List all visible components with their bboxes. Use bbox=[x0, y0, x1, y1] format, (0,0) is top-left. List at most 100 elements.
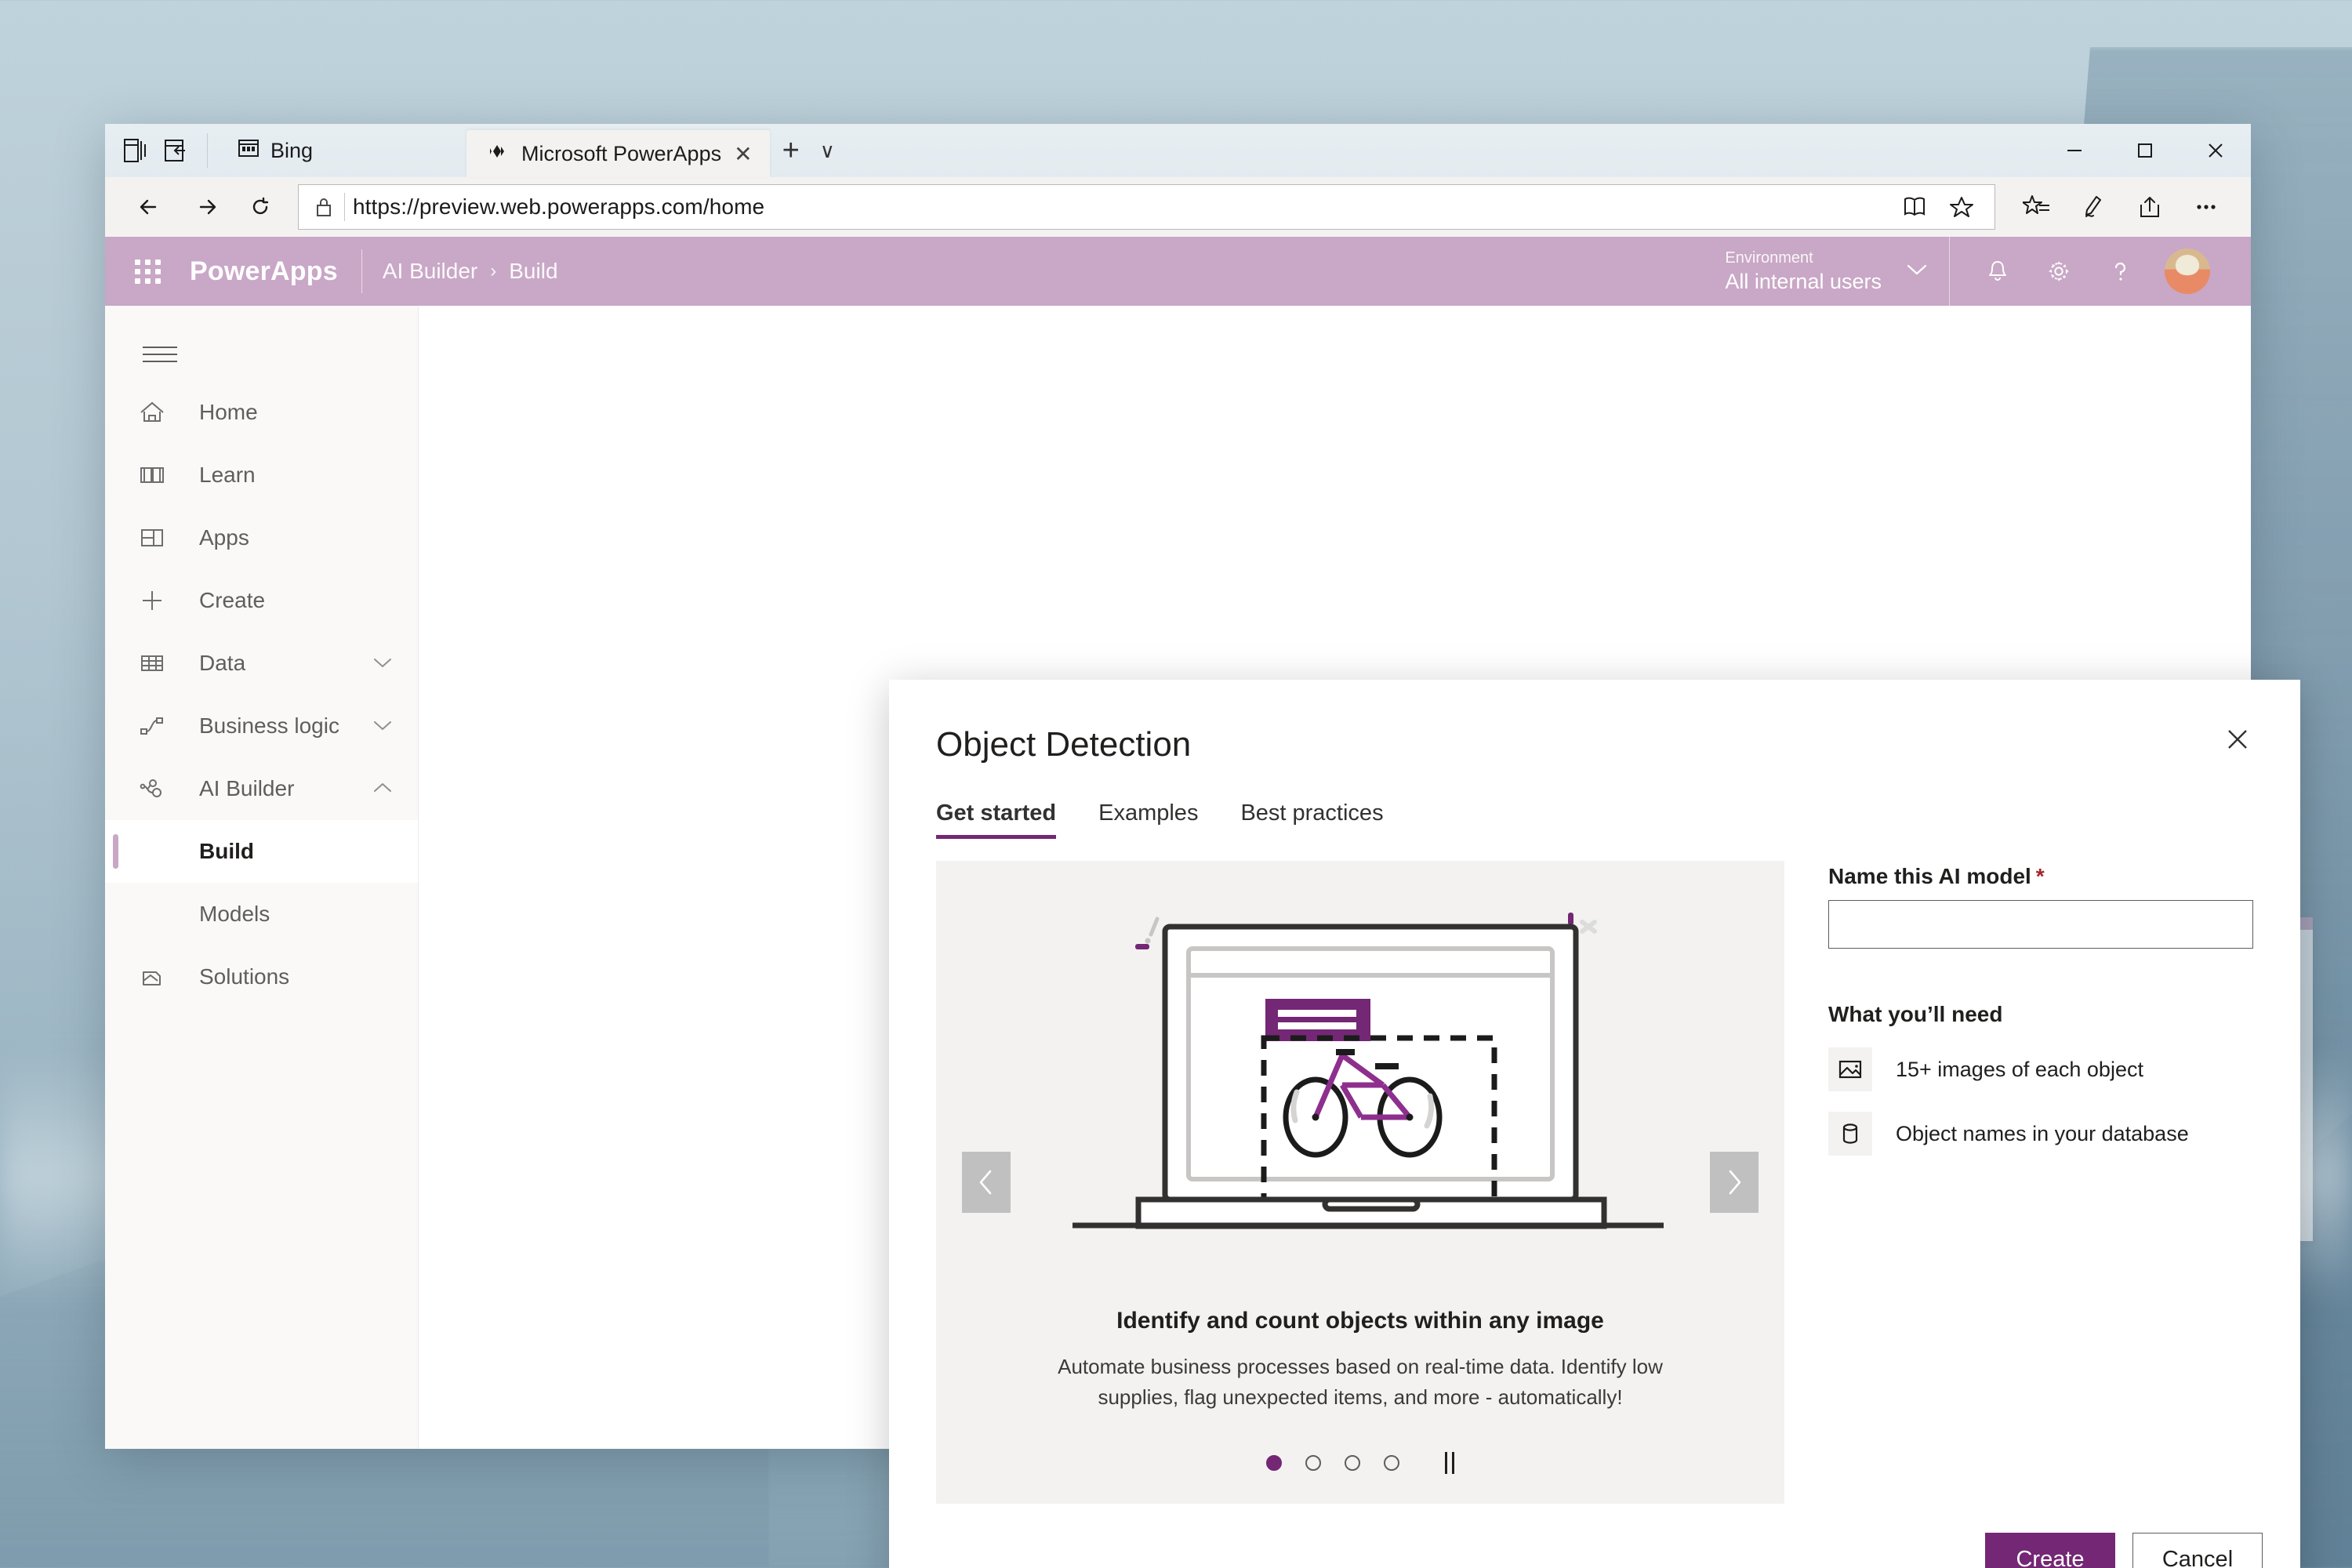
carousel-dots bbox=[936, 1452, 1784, 1474]
favorites-list-icon[interactable] bbox=[2013, 183, 2061, 231]
create-button[interactable]: Create bbox=[1985, 1533, 2115, 1568]
object-detection-dialog: Object Detection Get started Examples Be… bbox=[889, 680, 2300, 1568]
powerapps-icon bbox=[487, 140, 509, 168]
refresh-icon[interactable] bbox=[235, 182, 285, 232]
solutions-icon bbox=[138, 964, 185, 990]
sidebar-item-label: Home bbox=[199, 400, 258, 424]
minimize-icon[interactable] bbox=[2039, 124, 2110, 177]
new-tab-button[interactable]: + bbox=[770, 134, 812, 168]
breadcrumb-build[interactable]: Build bbox=[509, 259, 557, 284]
bell-icon[interactable] bbox=[1970, 244, 2025, 299]
sidebar-item-build[interactable]: Build bbox=[105, 820, 418, 883]
sidebar-item-apps[interactable]: Apps bbox=[105, 506, 418, 569]
sidebar-item-ai-builder[interactable]: AI Builder bbox=[105, 757, 418, 820]
form-pane: Name this AI model * What you’ll need 15+… bbox=[1828, 861, 2253, 1504]
tab-close-icon[interactable]: ✕ bbox=[734, 141, 752, 167]
cancel-button[interactable]: Cancel bbox=[2132, 1533, 2263, 1568]
chevron-down-icon bbox=[371, 651, 394, 676]
sidebar-subitem-label: Models bbox=[199, 902, 270, 926]
browser-toolbar-right bbox=[2013, 183, 2230, 231]
sidebar-item-create[interactable]: Create bbox=[105, 569, 418, 632]
header-icon-group bbox=[1950, 244, 2251, 299]
tab-list-menu-button[interactable]: ∨ bbox=[812, 139, 843, 163]
sidebar-item-home[interactable]: Home bbox=[105, 381, 418, 444]
more-ellipsis-icon[interactable] bbox=[2182, 183, 2230, 231]
sidebar-item-learn[interactable]: Learn bbox=[105, 444, 418, 506]
sidebar-item-label: Learn bbox=[199, 463, 256, 487]
powerapps-tab-title: Microsoft PowerApps bbox=[521, 141, 722, 165]
reading-view-icon[interactable] bbox=[1893, 187, 1936, 227]
carousel-slide-description-line2: supplies, flag unexpected items, and mor… bbox=[1098, 1385, 1623, 1409]
pause-icon[interactable] bbox=[1445, 1452, 1454, 1474]
flow-icon bbox=[138, 713, 185, 739]
sidebar-item-models[interactable]: Models bbox=[105, 883, 418, 946]
main-content: assification (preview) ize text by its m… bbox=[419, 306, 2313, 1568]
avatar[interactable] bbox=[2165, 249, 2210, 294]
sidebar-item-label: Data bbox=[199, 651, 246, 675]
carousel-slide-description-line1: Automate business processes based on rea… bbox=[1058, 1355, 1663, 1378]
browser-address-bar: https://preview.web.powerapps.com/home bbox=[105, 177, 2251, 237]
breadcrumb-separator: › bbox=[490, 260, 497, 281]
set-tabs-aside-icon[interactable] bbox=[122, 137, 149, 164]
bing-icon bbox=[238, 137, 260, 165]
carousel-caption: Identify and count objects within any im… bbox=[1014, 1308, 1706, 1413]
header-divider bbox=[361, 249, 362, 293]
url-right-icons bbox=[1893, 187, 1988, 227]
apps-grid-icon bbox=[138, 524, 185, 551]
url-bar[interactable]: https://preview.web.powerapps.com/home bbox=[298, 184, 1995, 230]
maximize-icon[interactable] bbox=[2110, 124, 2180, 177]
environment-picker[interactable]: Environment All internal users bbox=[1698, 237, 1949, 306]
breadcrumb-ai-builder[interactable]: AI Builder bbox=[383, 259, 477, 284]
url-divider bbox=[344, 193, 345, 221]
carousel-dot-4[interactable] bbox=[1384, 1455, 1399, 1471]
requirement-row-database: Object names in your database bbox=[1828, 1112, 2253, 1156]
share-icon[interactable] bbox=[2125, 183, 2174, 231]
close-icon[interactable] bbox=[2212, 714, 2263, 764]
sidebar-item-data[interactable]: Data bbox=[105, 632, 418, 695]
sidebar-item-solutions[interactable]: Solutions bbox=[105, 946, 418, 1008]
sidebar-item-label: Solutions bbox=[199, 964, 290, 989]
chevron-up-icon bbox=[371, 776, 394, 801]
page-body: Home Learn Apps Create Data Business log… bbox=[105, 306, 2313, 1568]
back-arrow-icon[interactable] bbox=[125, 182, 176, 232]
tab-get-started[interactable]: Get started bbox=[936, 800, 1057, 839]
tab-best-practices[interactable]: Best practices bbox=[1240, 800, 1383, 839]
app-launcher-icon[interactable] bbox=[135, 259, 162, 284]
browser-tab-powerapps[interactable]: Microsoft PowerApps ✕ bbox=[466, 130, 770, 177]
titlebar-divider bbox=[207, 133, 208, 168]
brand-label[interactable]: PowerApps bbox=[190, 256, 338, 287]
sidebar-item-business-logic[interactable]: Business logic bbox=[105, 695, 418, 757]
page-title: Object Detection bbox=[936, 725, 1192, 764]
chevron-down-icon bbox=[1905, 262, 1929, 281]
close-icon[interactable] bbox=[2180, 124, 2251, 177]
star-icon[interactable] bbox=[1940, 187, 1984, 227]
dialog-footer: Create Cancel bbox=[1985, 1533, 2263, 1568]
forward-arrow-icon[interactable] bbox=[180, 182, 230, 232]
gear-icon[interactable] bbox=[2031, 244, 2086, 299]
tab-examples[interactable]: Examples bbox=[1098, 800, 1198, 839]
sidebar-item-label: Create bbox=[199, 588, 266, 612]
carousel-dot-1[interactable] bbox=[1266, 1455, 1282, 1471]
ai-builder-icon bbox=[138, 775, 185, 802]
window-controls bbox=[2039, 124, 2251, 177]
home-icon bbox=[138, 399, 185, 426]
browser-tab-bing[interactable]: Bing bbox=[223, 124, 466, 177]
hamburger-menu-icon[interactable] bbox=[105, 314, 418, 381]
carousel-slide-title: Identify and count objects within any im… bbox=[1116, 1308, 1604, 1334]
sidebar-item-label: Business logic bbox=[199, 713, 339, 738]
name-field-label: Name this AI model * bbox=[1828, 864, 2253, 889]
dialog-header: Object Detection bbox=[889, 680, 2300, 764]
model-name-input[interactable] bbox=[1828, 900, 2253, 949]
question-mark-icon[interactable] bbox=[2092, 244, 2147, 299]
carousel: Identify and count objects within any im… bbox=[936, 861, 1784, 1504]
powerapps-header: PowerApps AI Builder › Build Environment… bbox=[105, 237, 2251, 306]
tabs-you-set-aside-icon[interactable] bbox=[163, 137, 190, 164]
bing-tab-title: Bing bbox=[270, 138, 314, 162]
sidebar-subitem-label: Build bbox=[199, 839, 254, 863]
name-field-label-text: Name this AI model bbox=[1828, 864, 2031, 888]
carousel-dot-3[interactable] bbox=[1345, 1455, 1360, 1471]
carousel-dot-2[interactable] bbox=[1305, 1455, 1321, 1471]
dialog-body: Identify and count objects within any im… bbox=[889, 839, 2300, 1504]
titlebar-left-icons bbox=[105, 124, 223, 177]
web-notes-pen-icon[interactable] bbox=[2069, 183, 2118, 231]
